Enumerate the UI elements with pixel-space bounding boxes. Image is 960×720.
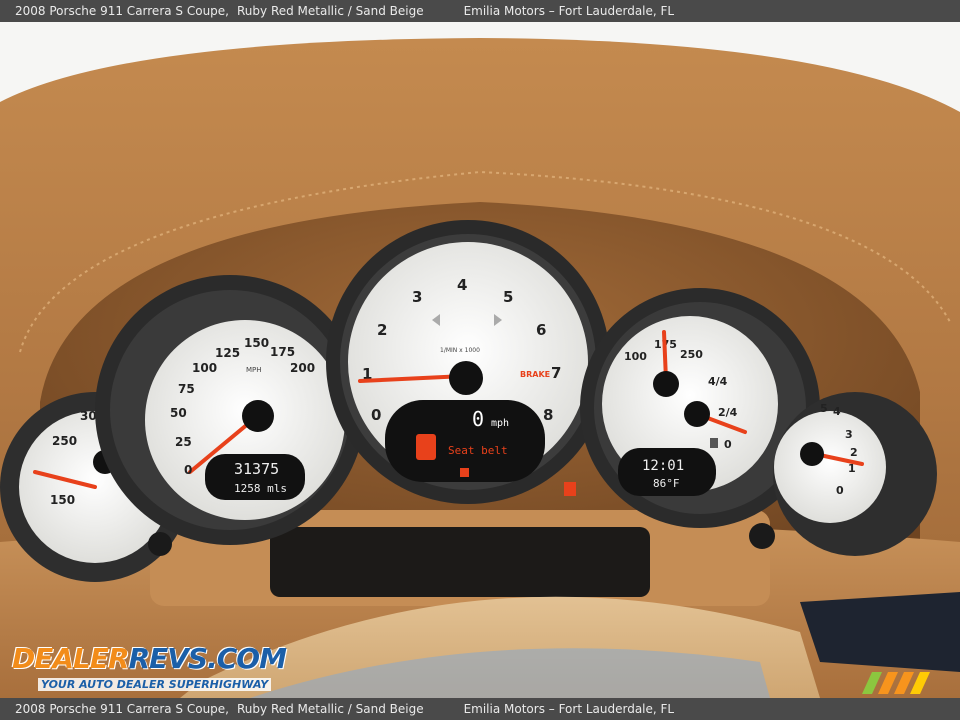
digital-speed: 0	[472, 407, 484, 431]
tach-label-7: 7	[551, 364, 561, 382]
digital-speed-unit: mph	[491, 418, 509, 429]
speedo-label-125: 125	[215, 346, 240, 360]
outside-temp-readout: 86°F	[653, 477, 680, 490]
tachometer-gauge: 0 1 2 3 4 5 6 7 8 1/MIN x 1000 BRAKE 0 m…	[326, 220, 610, 504]
far-right-label-3: 3	[845, 428, 853, 441]
tach-unit: 1/MIN x 1000	[440, 347, 480, 354]
oil-pressure-gauge: 0 1 2 3 4 5	[773, 392, 937, 556]
watermark-tagline: YOUR AUTO DEALER SUPERHIGHWAY	[38, 678, 272, 691]
tach-label-8: 8	[543, 406, 553, 424]
dealer-name: Emilia Motors – Fort Lauderdale, FL	[463, 4, 675, 18]
vehicle-color: Ruby Red Metallic / Sand Beige	[237, 4, 424, 18]
tach-label-3: 3	[412, 288, 422, 306]
seatbelt-telltale-icon	[564, 482, 576, 496]
speedometer-gauge: 31375 1258 mls 0 25 50 75 100 125 150 17…	[95, 275, 365, 545]
speedo-label-175: 175	[270, 345, 295, 359]
speedo-label-0: 0	[184, 463, 192, 477]
far-right-label-4: 4	[833, 405, 841, 418]
seatbelt-warning-text: Seat belt	[448, 444, 508, 457]
speedo-label-50: 50	[170, 406, 187, 420]
speedo-label-25: 25	[175, 435, 192, 449]
right-label-250: 250	[680, 348, 703, 361]
fuel-pump-icon	[710, 438, 718, 448]
dealer-stripes-logo	[862, 672, 930, 694]
vehicle-color-bottom: Ruby Red Metallic / Sand Beige	[237, 702, 424, 716]
fuel-label-half: 2/4	[718, 406, 738, 419]
watermark-brand-right: REVS.COM	[128, 642, 287, 675]
dashboard-photo: 150 250 300 31375 1258 mls 0 25 50 75 10…	[0, 22, 960, 698]
tach-label-5: 5	[503, 288, 513, 306]
vehicle-title: 2008 Porsche 911 Carrera S Coupe,	[15, 4, 229, 18]
tach-label-4: 4	[457, 276, 467, 294]
caption-bar-bottom: 2008 Porsche 911 Carrera S Coupe, Ruby R…	[0, 698, 960, 720]
fuel-label-full: 4/4	[708, 375, 728, 388]
clock-readout: 12:01	[642, 458, 684, 474]
speedo-label-200: 200	[290, 361, 315, 375]
brake-warning: BRAKE	[520, 370, 550, 379]
tach-label-0: 0	[371, 406, 381, 424]
far-left-label-2: 250	[52, 434, 77, 448]
dealerrevs-watermark: DEALERREVS.COM YOUR AUTO DEALER SUPERHIG…	[12, 624, 287, 696]
watermark-brand-left: DEALER	[12, 642, 130, 675]
seatbelt-icon	[416, 434, 436, 460]
tach-label-6: 6	[536, 321, 546, 339]
speedo-label-100: 100	[192, 361, 217, 375]
trip-reset-knob	[148, 532, 172, 556]
tach-label-2: 2	[377, 321, 387, 339]
speedo-label-150: 150	[244, 336, 269, 350]
far-right-label-2: 2	[850, 446, 858, 459]
far-left-label-1: 150	[50, 493, 75, 507]
far-right-label-1: 1	[848, 462, 856, 475]
caption-bar-top: 2008 Porsche 911 Carrera S Coupe, Ruby R…	[0, 0, 960, 22]
clock-adjust-knob	[749, 523, 775, 549]
dealer-name-bottom: Emilia Motors – Fort Lauderdale, FL	[463, 702, 675, 716]
vehicle-title-bottom: 2008 Porsche 911 Carrera S Coupe,	[15, 702, 229, 716]
speedo-label-75: 75	[178, 382, 195, 396]
right-label-100: 100	[624, 350, 647, 363]
far-right-label-5: 5	[820, 402, 828, 415]
speedo-unit: MPH	[246, 366, 262, 374]
odometer-readout: 31375	[234, 460, 279, 478]
far-right-label-0: 0	[836, 484, 844, 497]
watermark-logo: DEALERREVS.COM	[12, 642, 287, 675]
trip-readout: 1258 mls	[234, 482, 287, 495]
fuel-label-0: 0	[724, 438, 732, 451]
